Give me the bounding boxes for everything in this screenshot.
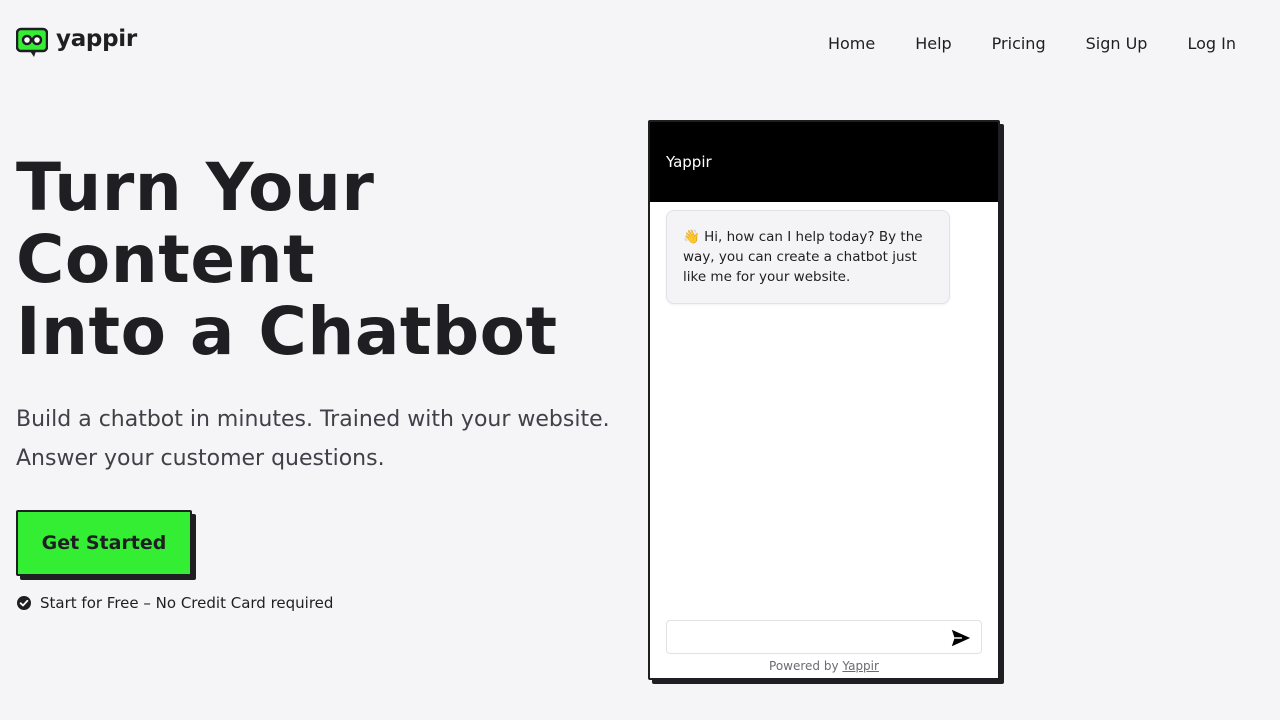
send-icon[interactable] <box>950 627 972 649</box>
hero-title-line: Content <box>16 221 316 298</box>
hero-title-line: Turn Your <box>16 149 375 226</box>
chat-header: Yappir <box>650 122 998 202</box>
site-header: yappir Home Help Pricing Sign Up Log In <box>0 0 1280 88</box>
powered-by-prefix: Powered by <box>769 659 843 673</box>
chat-title: Yappir <box>666 153 712 171</box>
free-note-text: Start for Free – No Credit Card required <box>40 594 334 612</box>
nav-sign-up[interactable]: Sign Up <box>1086 34 1148 54</box>
chat-message-input[interactable] <box>667 621 937 653</box>
nav-log-in[interactable]: Log In <box>1187 34 1236 54</box>
waving-hand-icon: 👋 <box>683 229 700 245</box>
hero-title-line: Into a Chatbot <box>16 293 558 370</box>
chat-widget: Yappir 👋 Hi, how can I help today? By th… <box>648 120 1000 680</box>
chat-message-bubble: 👋 Hi, how can I help today? By the way, … <box>666 210 950 304</box>
hero-subtitle-line: Answer your customer questions. <box>16 446 385 471</box>
chat-message-text: Hi, how can I help today? By the way, yo… <box>683 229 923 285</box>
hero-subtitle: Build a chatbot in minutes. Trained with… <box>16 400 636 478</box>
get-started-button[interactable]: Get Started <box>16 510 192 576</box>
powered-by: Powered by Yappir <box>650 659 998 673</box>
logo-text: yappir <box>56 26 137 52</box>
hero-title: Turn Your Content Into a Chatbot <box>16 152 636 368</box>
hero-subtitle-line: Build a chatbot in minutes. Trained with… <box>16 407 610 432</box>
chat-input-box <box>666 620 982 654</box>
main-nav: Home Help Pricing Sign Up Log In <box>788 34 1236 54</box>
logo-icon <box>16 27 48 57</box>
logo-link[interactable]: yappir <box>16 26 137 59</box>
nav-pricing[interactable]: Pricing <box>992 34 1046 54</box>
nav-home[interactable]: Home <box>828 34 875 54</box>
nav-help[interactable]: Help <box>915 34 951 54</box>
powered-by-link[interactable]: Yappir <box>842 659 879 673</box>
free-note: Start for Free – No Credit Card required <box>16 594 333 612</box>
check-circle-icon <box>17 596 31 610</box>
